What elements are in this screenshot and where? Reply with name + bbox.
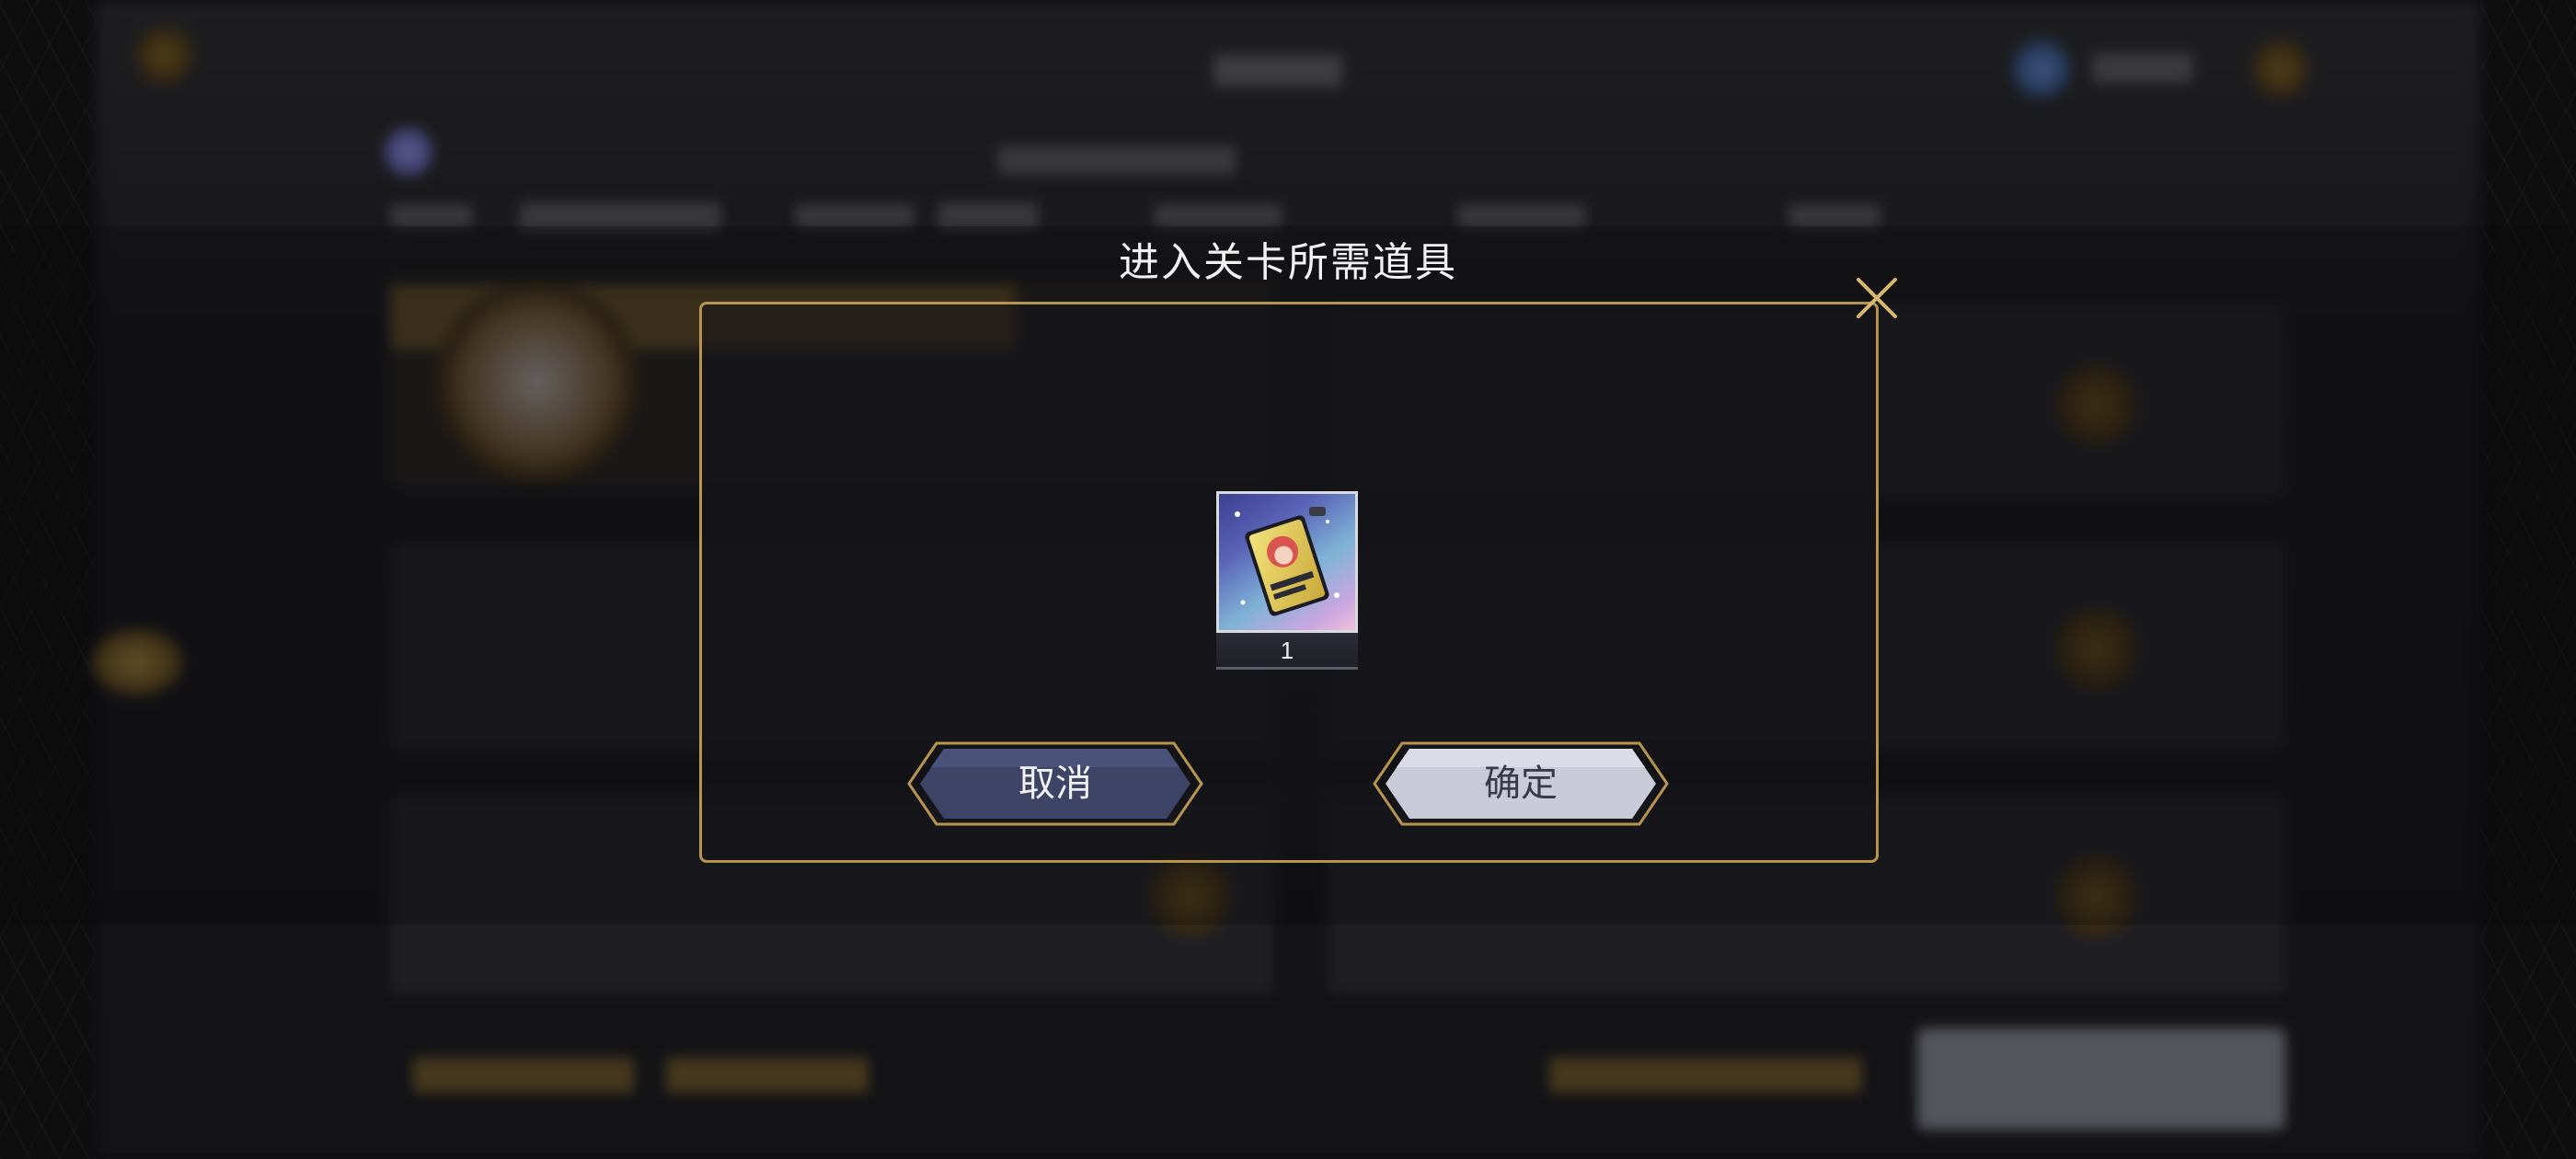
confirm-button-label: 确定 bbox=[1484, 763, 1558, 805]
close-button[interactable] bbox=[1851, 272, 1903, 324]
item-count: 1 bbox=[1216, 633, 1358, 670]
dialog-title: 进入关卡所需道具 bbox=[1119, 239, 1457, 286]
ticket-card-item-icon bbox=[1216, 491, 1358, 633]
required-item-slot[interactable]: 1 bbox=[1216, 491, 1358, 670]
cancel-button-label: 取消 bbox=[1018, 763, 1092, 805]
confirm-button[interactable]: 确定 bbox=[1369, 740, 1673, 828]
cancel-button[interactable]: 取消 bbox=[903, 740, 1207, 828]
close-icon bbox=[1857, 278, 1897, 318]
